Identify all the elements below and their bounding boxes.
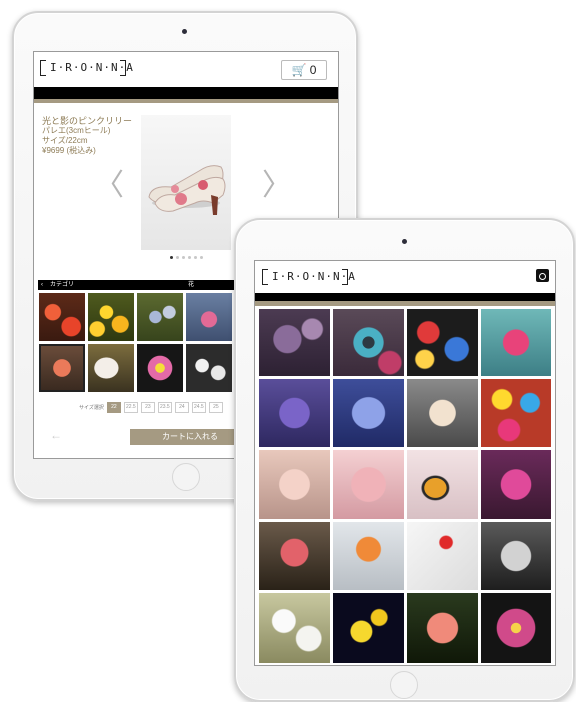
header-bar <box>255 293 555 301</box>
size-option[interactable]: 24.5 <box>191 402 206 413</box>
photo-tile[interactable] <box>407 593 478 663</box>
photo-tile[interactable] <box>259 309 330 376</box>
pattern-tile[interactable] <box>39 293 85 341</box>
home-button[interactable] <box>390 671 418 699</box>
back-arrow-icon[interactable]: ← <box>50 428 62 442</box>
gallery-dot[interactable] <box>194 256 197 259</box>
photo-tile[interactable] <box>259 450 330 519</box>
photo-tile[interactable] <box>333 450 404 519</box>
pattern-tile[interactable] <box>137 344 183 392</box>
photo-tile[interactable] <box>407 379 478 447</box>
product-size: サイズ/22cm <box>42 136 88 145</box>
chevron-left-icon: ‹ <box>41 282 43 288</box>
header-bar <box>34 87 338 99</box>
size-option[interactable]: 23.5 <box>157 402 172 413</box>
gallery-dot[interactable] <box>200 256 203 259</box>
front-tablet: I·R·O·N·N·A <box>234 218 575 702</box>
cart-count: 0 <box>309 63 317 77</box>
add-to-cart-button[interactable]: カートに入れる <box>130 429 250 445</box>
front-camera <box>182 29 187 34</box>
size-option[interactable]: 22 <box>106 402 121 413</box>
photo-tile[interactable] <box>481 450 551 519</box>
gallery-dots <box>170 256 203 259</box>
photo-tile[interactable] <box>407 522 478 590</box>
photo-grid <box>259 309 551 663</box>
photo-tile[interactable] <box>481 522 551 590</box>
photo-tile[interactable] <box>333 522 404 590</box>
gallery-dot[interactable] <box>188 256 191 259</box>
size-option[interactable]: 24 <box>174 402 189 413</box>
gallery-dot[interactable] <box>182 256 185 259</box>
photo-tile[interactable] <box>481 379 551 447</box>
logo[interactable]: I·R·O·N·N·A <box>40 58 133 76</box>
pattern-tile[interactable] <box>88 344 134 392</box>
size-label: サイズ選択 <box>79 405 104 411</box>
product-info: 光と影のピンクリリー パレエ(3cmヒール) サイズ/22cm ¥9699 (税… <box>42 116 132 156</box>
product-title: 光と影のピンクリリー <box>42 116 133 126</box>
pattern-tile[interactable] <box>39 344 85 392</box>
pattern-tile[interactable] <box>186 344 232 392</box>
front-camera <box>402 239 407 244</box>
gallery-dot[interactable] <box>176 256 179 259</box>
header-accent-bar <box>34 99 338 103</box>
gallery-dot[interactable] <box>170 256 173 259</box>
photo-tile[interactable] <box>333 379 404 447</box>
size-option[interactable]: 23 <box>140 402 155 413</box>
photo-tile[interactable] <box>481 309 551 376</box>
photo-tile[interactable] <box>259 379 330 447</box>
logo[interactable]: I·R·O·N·N·A <box>262 267 355 285</box>
prev-arrow[interactable]: 〈 <box>94 160 124 204</box>
photo-tile[interactable] <box>333 593 404 663</box>
cart-icon: 🛒 <box>291 63 307 77</box>
category-value: 花 <box>188 282 195 288</box>
size-option[interactable]: 22.5 <box>123 402 138 413</box>
header-accent-bar <box>255 301 555 306</box>
product-type: パレエ(3cmヒール) <box>42 126 111 135</box>
photo-tile[interactable] <box>333 309 404 376</box>
photo-tile[interactable] <box>481 593 551 663</box>
photo-tile[interactable] <box>407 309 478 376</box>
size-option[interactable]: 25 <box>208 402 223 413</box>
cart-button[interactable]: 🛒 0 <box>281 60 327 80</box>
photo-tile[interactable] <box>259 522 330 590</box>
category-label: カテゴリ <box>50 282 75 288</box>
gallery-screen: I·R·O·N·N·A <box>254 260 556 666</box>
photo-tile[interactable] <box>407 450 478 519</box>
home-button[interactable] <box>172 463 200 491</box>
pattern-tile[interactable] <box>88 293 134 341</box>
shoe-illustration <box>148 165 226 215</box>
product-image[interactable] <box>141 115 231 250</box>
size-selector: サイズ選択 22 22.5 23 23.5 24 24.5 25 <box>79 402 223 413</box>
pattern-tile[interactable] <box>186 293 232 341</box>
instagram-icon[interactable] <box>536 269 549 282</box>
product-price: ¥9699 (税込み) <box>42 146 96 155</box>
photo-tile[interactable] <box>259 593 330 663</box>
next-arrow[interactable]: 〉 <box>262 160 292 204</box>
pattern-tile[interactable] <box>137 293 183 341</box>
